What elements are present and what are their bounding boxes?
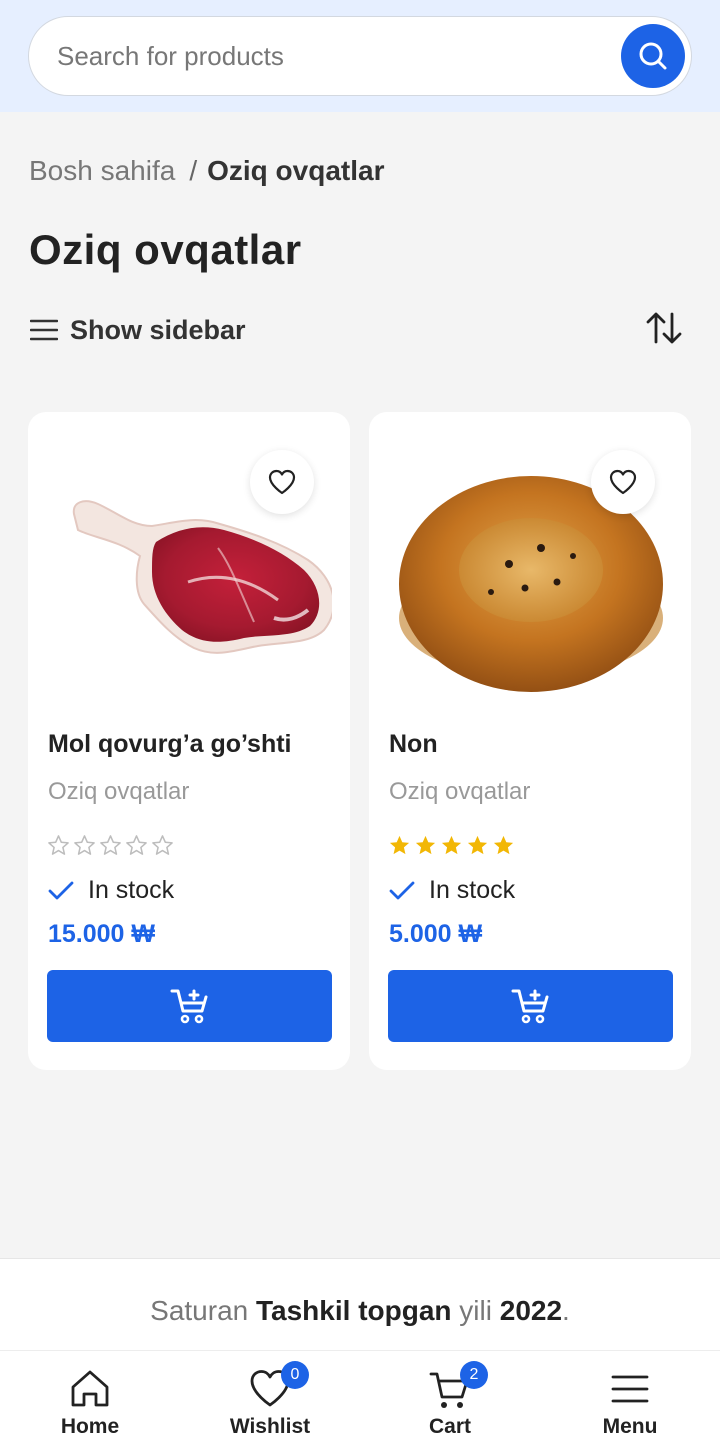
search-icon	[639, 42, 667, 70]
nav-home-label: Home	[60, 1415, 120, 1438]
rating-stars	[388, 834, 515, 857]
search-button[interactable]	[621, 24, 685, 88]
nav-wishlist[interactable]: 0 Wishlist	[180, 1351, 360, 1450]
search-input[interactable]	[57, 17, 617, 95]
breadcrumb-home-link[interactable]: Bosh sahifa	[29, 155, 175, 186]
hamburger-icon	[30, 319, 58, 341]
star-empty-icon	[74, 835, 95, 855]
product-card[interactable]: Mol qovurg’a go’shti Oziq ovqatlar In st…	[28, 412, 350, 1070]
add-to-cart-button[interactable]	[47, 970, 332, 1042]
nav-cart[interactable]: 2 Cart	[360, 1351, 540, 1450]
star-empty-icon	[152, 835, 173, 855]
nav-cart-label: Cart	[428, 1415, 471, 1438]
product-name[interactable]: Non	[389, 730, 438, 759]
product-name[interactable]: Mol qovurg’a go’shti	[48, 730, 292, 759]
header	[0, 0, 720, 112]
star-empty-icon	[126, 835, 147, 855]
checkmark-icon	[389, 881, 415, 899]
sort-icon	[646, 312, 682, 344]
product-price: 15.000 ₩	[48, 920, 156, 948]
nav-menu[interactable]: Menu	[540, 1351, 720, 1450]
sort-button[interactable]	[644, 308, 684, 348]
wishlist-toggle[interactable]	[250, 450, 314, 514]
footer-brand: Saturan	[150, 1295, 249, 1326]
product-category[interactable]: Oziq ovqatlar	[48, 778, 189, 806]
checkmark-icon	[48, 881, 74, 899]
nav-wishlist-label: Wishlist	[229, 1415, 311, 1438]
star-filled-icon	[467, 835, 488, 855]
product-category[interactable]: Oziq ovqatlar	[389, 778, 530, 806]
stock-label: In stock	[88, 876, 175, 904]
footer-copyright: Saturan Tashkil topgan yili 2022.	[0, 1258, 720, 1350]
footer-period: .	[562, 1295, 570, 1326]
breadcrumb-current: Oziq ovqatlar	[207, 155, 385, 186]
nav-menu-label: Menu	[602, 1415, 658, 1438]
cart-add-icon	[170, 989, 207, 1024]
nav-home[interactable]: Home	[0, 1351, 180, 1450]
star-filled-icon	[389, 835, 410, 855]
menu-icon	[611, 1375, 649, 1403]
stock-status: In stock	[48, 876, 174, 905]
star-empty-icon	[48, 835, 69, 855]
add-to-cart-button[interactable]	[388, 970, 673, 1042]
star-filled-icon	[415, 835, 436, 855]
product-card[interactable]: Non Oziq ovqatlar In stock 5.000 ₩	[369, 412, 691, 1070]
product-price: 5.000 ₩	[389, 920, 483, 948]
wishlist-count-badge: 0	[281, 1361, 309, 1389]
show-sidebar-button[interactable]: Show sidebar	[30, 310, 246, 350]
rating-stars	[47, 834, 174, 857]
star-filled-icon	[493, 835, 514, 855]
star-empty-icon	[100, 835, 121, 855]
star-filled-icon	[441, 835, 462, 855]
stock-label: In stock	[429, 876, 516, 904]
breadcrumb: Bosh sahifa / Oziq ovqatlar	[29, 155, 384, 187]
stock-status: In stock	[389, 876, 515, 905]
search-bar	[28, 16, 692, 96]
footer-year: 2022	[499, 1295, 563, 1326]
cart-add-icon	[511, 989, 548, 1024]
wishlist-toggle[interactable]	[591, 450, 655, 514]
bottom-nav: Home 0 Wishlist 2 Cart Menu	[0, 1350, 720, 1450]
show-sidebar-label: Show sidebar	[70, 314, 246, 345]
heart-icon	[268, 469, 296, 495]
page-title: Oziq ovqatlar	[29, 226, 302, 273]
breadcrumb-separator: /	[189, 155, 198, 186]
footer-founded-label: Tashkil topgan	[256, 1295, 452, 1326]
heart-icon	[609, 469, 637, 495]
home-icon	[71, 1370, 109, 1407]
footer-year-word: yili	[459, 1295, 492, 1326]
cart-count-badge: 2	[460, 1361, 488, 1389]
